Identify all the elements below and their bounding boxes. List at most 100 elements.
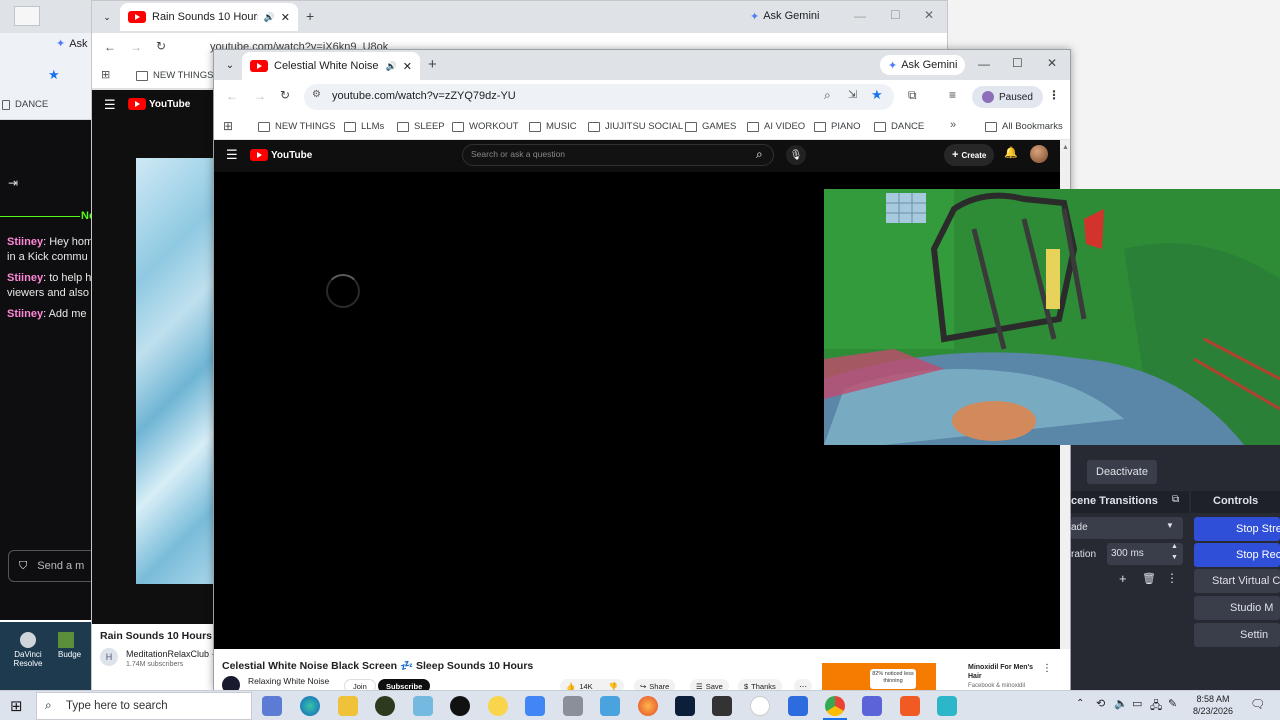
stop-recording-button[interactable]: Stop Reco	[1194, 543, 1280, 567]
network-icon[interactable]: 🖧	[1150, 697, 1162, 716]
chat-username[interactable]: Stiiney	[7, 308, 43, 320]
sync-icon[interactable]: ⟲	[1096, 697, 1105, 710]
ask-gemini-button[interactable]: ✦ Ask	[56, 37, 88, 51]
vpn-icon[interactable]	[862, 696, 882, 716]
trash-icon[interactable]: 🗑	[1142, 572, 1156, 585]
channel-name[interactable]: MeditationRelaxClub · Sl	[126, 649, 225, 659]
bookmark-folder[interactable]: AI VIDEO	[747, 121, 805, 132]
search-icon[interactable]: ⌕	[756, 147, 763, 162]
obs-icon[interactable]	[375, 696, 395, 716]
address-bar[interactable]: ⚙ youtube.com/watch?v=zZYQ79dz-YU ⌕ ⇲ ★	[304, 84, 894, 110]
star-icon[interactable]: ★	[871, 87, 883, 103]
tab-rain-sounds[interactable]: Rain Sounds 10 Hours:The 🔊 ✕	[120, 3, 298, 31]
app-icon[interactable]	[788, 696, 808, 716]
davinci-taskbar-icon[interactable]	[712, 696, 732, 716]
apps-icon[interactable]: ⊞	[223, 119, 233, 133]
new-tab-icon[interactable]: +	[428, 56, 437, 73]
close-window-icon[interactable]: ✕	[1047, 56, 1057, 70]
media-controls-icon[interactable]: ≡	[949, 88, 956, 102]
bookmark-folder[interactable]: WORKOUT	[452, 121, 519, 132]
channel-avatar[interactable]: H	[100, 648, 118, 666]
bookmark-dance[interactable]: DANCE	[2, 99, 48, 110]
photoshop-icon[interactable]	[675, 696, 695, 716]
notifications-icon[interactable]: 🔔	[1004, 146, 1018, 159]
tab-search-icon[interactable]: ⌄	[222, 57, 238, 73]
stop-streaming-button[interactable]: Stop Strea	[1194, 517, 1280, 541]
gear-app-icon[interactable]	[563, 696, 583, 716]
collapse-chat-icon[interactable]: ⇥	[8, 176, 18, 190]
edge-icon[interactable]	[300, 696, 320, 716]
maximize-icon[interactable]: ☐	[1012, 56, 1023, 70]
forward-icon[interactable]: →	[254, 89, 266, 103]
chat-username[interactable]: Stiiney	[7, 236, 43, 248]
app-icon[interactable]	[937, 696, 957, 716]
display-icon[interactable]: ▭	[1132, 697, 1142, 710]
apps-icon[interactable]: ⊞	[101, 68, 110, 81]
brave-icon[interactable]	[900, 696, 920, 716]
maximize-icon[interactable]: ☐	[890, 8, 901, 22]
notification-center-icon[interactable]: 🗨	[1250, 697, 1265, 711]
forward-icon[interactable]: →	[130, 40, 142, 54]
duration-spinbox[interactable]: 300 ms ▲ ▼	[1107, 543, 1183, 565]
desktop-icon-davinci[interactable]: DaVinci Resolve	[8, 632, 48, 668]
extensions-icon[interactable]: ⧉	[908, 88, 917, 103]
account-avatar[interactable]	[1030, 145, 1048, 163]
new-tab-icon[interactable]: +	[306, 8, 314, 24]
taskbar-search-input[interactable]: ⌕ Type here to search	[36, 692, 252, 720]
app-icon[interactable]	[750, 696, 770, 716]
notepad-icon[interactable]	[413, 696, 433, 716]
close-tab-icon[interactable]: ✕	[403, 60, 412, 73]
menu-icon[interactable]: ☰	[104, 97, 116, 113]
bookmark-folder[interactable]: LLMs	[344, 121, 384, 132]
google-docs-icon[interactable]	[525, 696, 545, 716]
reload-icon[interactable]: ↻	[156, 39, 166, 53]
desktop-icon-budget[interactable]: Budge	[58, 632, 91, 659]
bookmark-folder[interactable]: MUSIC	[529, 121, 577, 132]
more-bookmarks-icon[interactable]: »	[950, 119, 956, 131]
ad-thumbnail[interactable]: 82% noticed less thinning	[822, 663, 936, 691]
bookmark-folder[interactable]: DANCE	[874, 121, 924, 132]
speaker-icon[interactable]: 🔊	[264, 12, 275, 23]
chrome-icon[interactable]	[825, 696, 845, 716]
install-icon[interactable]: ⇲	[848, 88, 857, 101]
settings-button[interactable]: Settin	[1194, 623, 1280, 647]
site-info-icon[interactable]: ⚙	[312, 89, 321, 100]
bookmark-folder[interactable]: SLEEP	[397, 121, 445, 132]
task-view-icon[interactable]	[262, 696, 282, 716]
scroll-up-icon[interactable]: ▲	[1062, 144, 1069, 151]
minimize-icon[interactable]: —	[854, 9, 866, 23]
youtube-logo[interactable]: YouTube	[128, 98, 190, 110]
pen-icon[interactable]: ✎	[1168, 697, 1177, 710]
rain-video-frame[interactable]	[136, 158, 214, 584]
recommended-title[interactable]: Minoxidil For Men's Hair	[968, 663, 1038, 681]
tab-celestial-white-noise[interactable]: Celestial White Noise Black 🔊 ✕	[242, 52, 420, 80]
show-hidden-icons[interactable]: ⌃	[1076, 698, 1084, 709]
speaker-icon[interactable]: 🔊	[386, 61, 397, 72]
channel-name[interactable]: Relaxing White Noise	[248, 676, 329, 686]
close-tab-icon[interactable]: ✕	[281, 11, 290, 24]
add-transition-icon[interactable]: +	[1119, 571, 1127, 586]
bookmark-folder[interactable]: JIUJITSU SOCIAL	[588, 121, 683, 132]
minimize-icon[interactable]: —	[978, 57, 990, 71]
zoom-icon[interactable]: ⌕	[824, 88, 831, 103]
ask-gemini-button[interactable]: ✦ Ask Gemini	[750, 7, 819, 25]
bookmark-folder[interactable]: PIANO	[814, 121, 861, 132]
spin-down-icon[interactable]: ▼	[1171, 554, 1178, 561]
recommended-menu-icon[interactable]: ⋮	[1042, 663, 1052, 674]
profile-paused-button[interactable]: Paused	[972, 86, 1043, 108]
voice-search-icon[interactable]: 🎙	[786, 145, 806, 165]
chat-username[interactable]: Stiiney	[7, 272, 43, 284]
more-options-icon[interactable]: ⋮	[1166, 571, 1178, 585]
taskbar-clock[interactable]: 8:58 AM 8/23/2026	[1188, 693, 1238, 717]
deactivate-button[interactable]: Deactivate	[1087, 460, 1157, 484]
app-icon[interactable]	[450, 696, 470, 716]
volume-icon[interactable]: 🔈	[1114, 697, 1128, 710]
start-virtual-camera-button[interactable]: Start Virtual Ca	[1194, 569, 1280, 593]
youtube-search-input[interactable]: Search or ask a question ⌕	[462, 144, 774, 166]
menu-icon[interactable]: ☰	[226, 147, 238, 163]
chat-input[interactable]: ⛉ Send a m	[8, 550, 98, 582]
transition-select[interactable]: ade ▼	[1071, 517, 1183, 539]
firefox-icon[interactable]	[638, 696, 658, 716]
star-icon[interactable]: ★	[48, 67, 60, 83]
create-button[interactable]: + Create	[944, 144, 995, 166]
